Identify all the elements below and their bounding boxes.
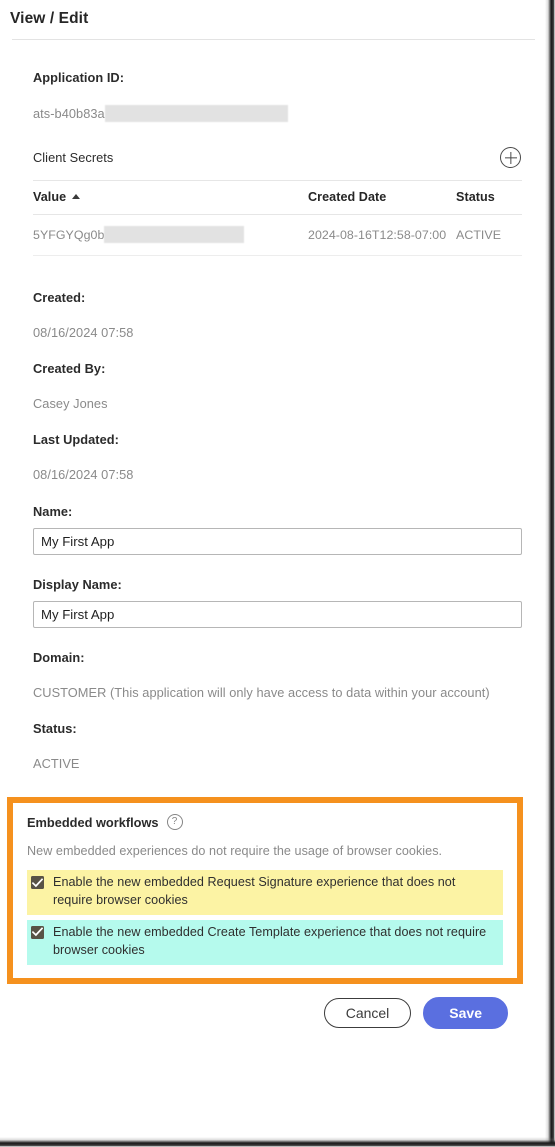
metadata-block: Created: 08/16/2024 07:58 Created By: Ca…	[33, 290, 522, 482]
status-label: Status:	[33, 721, 77, 736]
checkbox-label-request-signature: Enable the new embedded Request Signatur…	[53, 875, 456, 907]
application-id-redaction	[104, 105, 288, 122]
panel-content: Application ID: ats-b40b83a Client Secre…	[0, 70, 545, 1029]
embedded-workflows-description: New embedded experiences do not require …	[27, 844, 443, 858]
panel-header: View / Edit	[0, 0, 545, 39]
created-value: 08/16/2024 07:58	[33, 325, 134, 340]
last-updated-value: 08/16/2024 07:58	[33, 467, 134, 482]
client-secrets-table: Value Created Date Status 5YFGYQg0b 2024…	[33, 180, 522, 256]
sort-ascending-icon	[72, 194, 81, 199]
embedded-workflows-header: Embedded workflows ?	[27, 814, 503, 830]
name-label: Name:	[33, 504, 73, 519]
client-secrets-title: Client Secrets	[33, 150, 114, 165]
column-header-status[interactable]: Status	[456, 180, 522, 215]
created-by-value: Casey Jones	[33, 396, 108, 411]
table-row[interactable]: 5YFGYQg0b 2024-08-16T12:58-07:00 ACTIVE	[33, 214, 522, 256]
domain-label: Domain:	[33, 650, 85, 665]
column-header-created-date[interactable]: Created Date	[308, 180, 456, 215]
created-by-label: Created By:	[33, 361, 106, 376]
checkbox-label-create-template: Enable the new embedded Create Template …	[53, 924, 487, 957]
application-id-value: ats-b40b83a	[33, 106, 105, 121]
embedded-workflows-callout: Embedded workflows ? New embedded experi…	[7, 797, 523, 984]
cell-status: ACTIVE	[456, 214, 522, 256]
domain-value: CUSTOMER (This application will only hav…	[33, 685, 490, 700]
cancel-button[interactable]: Cancel	[323, 997, 412, 1028]
column-header-value-label: Value	[33, 190, 67, 204]
checkbox-checked-icon[interactable]	[31, 925, 44, 939]
panel-footer: Cancel Save	[33, 984, 522, 1029]
column-header-value[interactable]: Value	[33, 180, 308, 215]
save-button[interactable]: Save	[423, 996, 508, 1029]
screenshot-root: View / Edit Application ID: ats-b40b83a …	[0, 0, 555, 1147]
name-input[interactable]	[33, 528, 522, 555]
screenshot-edge-right	[545, 0, 555, 1147]
cell-secret-value: 5YFGYQg0b	[33, 214, 308, 256]
cell-created-date: 2024-08-16T12:58-07:00	[308, 214, 456, 256]
created-label: Created:	[33, 290, 86, 305]
last-updated-label: Last Updated:	[33, 432, 119, 447]
status-value: ACTIVE	[33, 756, 80, 771]
client-secrets-header: Client Secrets	[33, 147, 522, 168]
plus-circle-icon[interactable]	[500, 147, 521, 168]
view-edit-panel: View / Edit Application ID: ats-b40b83a …	[0, 0, 545, 1139]
page-title: View / Edit	[10, 10, 89, 27]
checkbox-row-create-template[interactable]: Enable the new embedded Create Template …	[27, 919, 503, 965]
application-id-label: Application ID:	[33, 70, 125, 85]
display-name-label: Display Name:	[33, 577, 122, 592]
checkbox-checked-icon[interactable]	[31, 876, 44, 889]
secret-value-text: 5YFGYQg0b	[33, 227, 105, 242]
embedded-workflows-title: Embedded workflows	[27, 814, 159, 830]
application-id-value-row: ats-b40b83a	[33, 105, 522, 122]
question-circle-icon[interactable]: ?	[166, 814, 183, 830]
secret-value-redaction	[104, 226, 245, 243]
checkbox-row-request-signature[interactable]: Enable the new embedded Request Signatur…	[27, 870, 503, 915]
table-header: Value Created Date Status	[33, 180, 522, 215]
header-divider	[12, 39, 535, 40]
table-body: 5YFGYQg0b 2024-08-16T12:58-07:00 ACTIVE	[33, 214, 522, 256]
display-name-input[interactable]	[33, 601, 522, 628]
table-header-row: Value Created Date Status	[33, 180, 522, 215]
